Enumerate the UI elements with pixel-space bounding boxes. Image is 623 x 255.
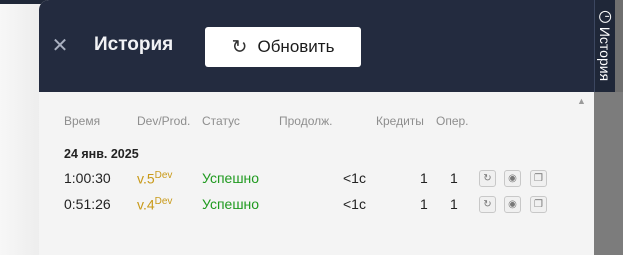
date-group-label: 24 янв. 2025 bbox=[64, 147, 139, 161]
panel-title: История bbox=[94, 34, 174, 55]
row-credits: 1 bbox=[420, 170, 428, 186]
row-status: Успешно bbox=[202, 170, 260, 186]
column-header-credits: Кредиты bbox=[376, 114, 424, 128]
view-icon[interactable]: ◉ bbox=[504, 170, 521, 187]
side-tab-label: История bbox=[597, 26, 614, 82]
row-version[interactable]: v.5Dev bbox=[137, 170, 172, 187]
refresh-button[interactable]: ↻ Обновить bbox=[205, 27, 361, 67]
row-status: Успешно bbox=[202, 196, 260, 212]
history-table: Время Dev/Prod. Статус Продолж. Кредиты … bbox=[44, 92, 575, 255]
panel-header: ✕ История ↻ Обновить bbox=[39, 0, 594, 92]
row-ops: 1 bbox=[450, 196, 458, 212]
row-credits: 1 bbox=[420, 196, 428, 212]
refresh-icon: ↻ bbox=[231, 36, 248, 58]
column-header-time: Время bbox=[64, 114, 101, 128]
row-version[interactable]: v.4Dev bbox=[137, 196, 172, 213]
scroll-up-icon[interactable]: ▲ bbox=[577, 96, 586, 106]
history-side-tab[interactable]: История bbox=[594, 0, 616, 92]
rerun-icon[interactable]: ↻ bbox=[479, 170, 496, 187]
column-header-env: Dev/Prod. bbox=[137, 114, 191, 128]
history-icon bbox=[599, 10, 612, 23]
rerun-icon[interactable]: ↻ bbox=[479, 196, 496, 213]
view-icon[interactable]: ◉ bbox=[504, 196, 521, 213]
side-strip-edge bbox=[615, 0, 623, 92]
row-time: 0:51:26 bbox=[64, 196, 111, 212]
copy-icon[interactable]: ❐ bbox=[530, 196, 547, 213]
row-duration: <1с bbox=[343, 196, 366, 212]
history-panel: ✕ История ↻ Обновить Время Dev/Prod. Ста… bbox=[39, 0, 594, 255]
column-header-duration: Продолж. bbox=[279, 114, 333, 128]
row-env: Dev bbox=[154, 196, 173, 207]
row-duration: <1с bbox=[343, 170, 366, 186]
page-backdrop bbox=[0, 0, 44, 255]
table-row: 0:51:26 v.4Dev Успешно <1с 1 1 ↻ ◉ ❐ bbox=[44, 196, 575, 216]
close-icon[interactable]: ✕ bbox=[50, 35, 70, 57]
row-env: Dev bbox=[154, 170, 173, 181]
copy-icon[interactable]: ❐ bbox=[530, 170, 547, 187]
column-header-status: Статус bbox=[202, 114, 240, 128]
refresh-label: Обновить bbox=[257, 37, 335, 56]
side-strip bbox=[594, 92, 623, 255]
row-ops: 1 bbox=[450, 170, 458, 186]
row-time: 1:00:30 bbox=[64, 170, 111, 186]
column-header-ops: Опер. bbox=[436, 114, 469, 128]
table-row: 1:00:30 v.5Dev Успешно <1с 1 1 ↻ ◉ ❐ bbox=[44, 170, 575, 190]
